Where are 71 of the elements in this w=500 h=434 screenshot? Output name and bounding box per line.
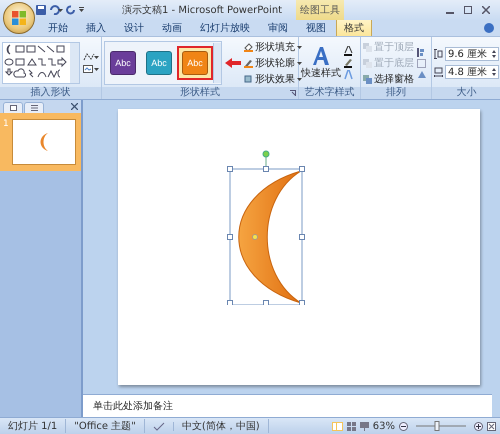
slideshow-icon[interactable] [360,422,369,430]
group-label: 艺术字样式 [299,87,360,99]
zoom-out-icon[interactable] [399,422,408,430]
height-field[interactable]: 9.6 厘米 [445,47,499,61]
caret-icon [297,62,302,64]
height-icon [434,49,443,59]
shapes-gallery-drawing[interactable] [2,42,80,84]
zoom-slider-thumb[interactable] [434,421,440,431]
slide-number: 1 [3,119,10,131]
redo-icon[interactable] [66,5,76,15]
arrange-button[interactable]: 选择窗格 [363,72,414,86]
slide-sorter-icon[interactable] [346,422,356,430]
help-icon[interactable] [484,23,494,33]
text-box-icon[interactable] [83,64,99,74]
styled-letter-icon [311,46,331,66]
maximize-icon[interactable] [464,6,472,14]
group-label: 形状样式 [102,87,298,99]
shape-format-button[interactable]: 形状轮廓 [244,56,302,70]
spinner-icon[interactable] [492,68,496,76]
fit-window-icon[interactable] [487,422,496,430]
shape-format-button[interactable]: 形状效果 [244,72,302,86]
close-icon[interactable] [482,6,490,14]
customize-caret-icon[interactable] [79,7,84,13]
ribbon-tab[interactable]: 幻灯片放映 [192,19,258,36]
slides-tab[interactable] [3,102,23,113]
ribbon-tab[interactable]: 格式 [336,19,372,36]
style-option[interactable]: Abc [105,46,141,80]
group-icon[interactable] [417,58,429,68]
dialog-launcher-icon[interactable] [290,90,296,96]
edit-shape-icon[interactable] [83,52,99,62]
pointer-arrow-icon [225,58,241,68]
zoom-level[interactable]: 63% [372,420,395,432]
window-title: 演示文稿1 - Microsoft PowerPoint [122,4,282,17]
caret-icon [297,46,302,48]
ribbon-tab[interactable]: 动画 [154,19,190,36]
gallery-scrollbar[interactable] [213,43,221,83]
style-swatch: Abc [110,51,136,75]
width-icon [434,67,443,77]
group-label: 插入形状 [0,87,101,99]
style-swatch: Abc [146,51,172,75]
office-logo-icon [11,10,27,26]
ribbon-tab[interactable]: 视图 [298,19,334,36]
ribbon-tab[interactable]: 开始 [40,19,76,36]
outline-icon [30,105,38,111]
close-pane-icon[interactable] [71,102,78,113]
undo-icon[interactable] [49,5,63,15]
slide-counter: 幻灯片 1/1 [0,419,66,433]
context-tab-label: 绘图工具 [296,0,344,20]
slide-icon [10,105,16,111]
width-field[interactable]: 4.8 厘米 [445,65,499,79]
paint-bucket-icon [244,42,253,52]
quick-styles-button[interactable]: 快速样式 [301,46,341,80]
shape-format-button[interactable]: 形状填充 [244,40,302,54]
crescent-icon [40,133,48,151]
pen-icon [244,58,253,68]
zoom-in-icon[interactable] [474,422,483,430]
effect-square-icon [244,74,253,84]
ribbon-tab[interactable]: 审阅 [260,19,296,36]
caret-icon [297,78,302,80]
language-label: 中文(简体，中国) [174,419,269,433]
ribbon-tab[interactable]: 插入 [78,19,114,36]
notes-field[interactable]: 单击此处添加备注 [83,394,492,417]
group-label: 排列 [361,87,431,99]
outline-tab[interactable] [24,102,44,113]
style-swatch: Abc [182,51,208,75]
theme-name: "Office 主题" [66,419,145,433]
ribbon-tab[interactable]: 设计 [116,19,152,36]
spinner-icon[interactable] [492,50,496,58]
group-label: 大小 [432,87,500,99]
save-icon[interactable] [36,5,46,15]
spellcheck-icon[interactable] [152,422,165,430]
